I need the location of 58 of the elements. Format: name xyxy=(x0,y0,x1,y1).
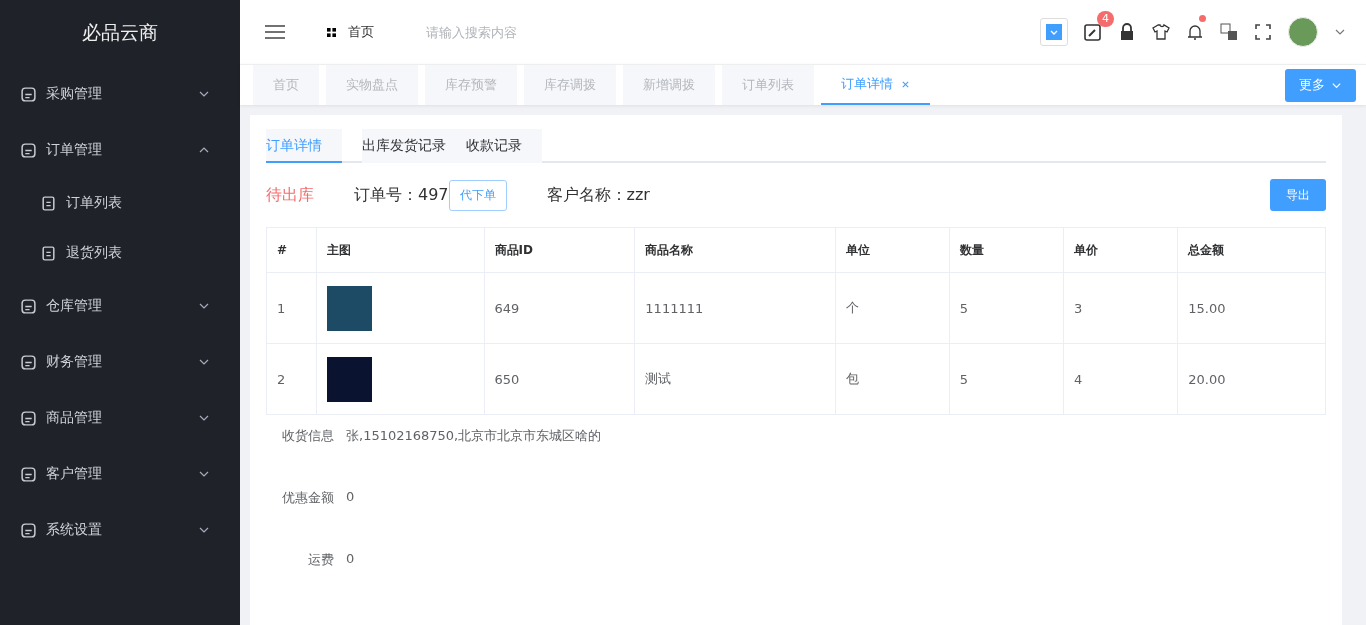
table-cell: 650 xyxy=(484,343,635,415)
bell-icon[interactable] xyxy=(1186,23,1204,41)
chevron-square-icon xyxy=(1046,24,1062,40)
table-cell: 1 xyxy=(266,272,317,344)
table-cell: 包 xyxy=(835,343,950,415)
menu-item[interactable]: 商品管理 xyxy=(0,390,240,446)
menu-item[interactable]: 客户管理 xyxy=(0,446,240,502)
field-label: 收货信息 xyxy=(281,427,334,445)
column-header: 商品名称 xyxy=(634,227,836,273)
table-cell: 5 xyxy=(949,343,1064,415)
table-cell: 1111111 xyxy=(634,272,836,344)
field-label: 优惠金额 xyxy=(281,489,334,507)
order-status: 待出库 xyxy=(266,184,314,206)
menu-item[interactable]: 财务管理 xyxy=(0,334,240,390)
app-logo-text: 必品云商 xyxy=(81,20,159,45)
photo-placeholder xyxy=(327,356,372,402)
column-header: # xyxy=(266,227,317,273)
dropdown-toggle[interactable] xyxy=(1040,18,1068,46)
menu-item[interactable]: 采购管理 xyxy=(0,66,240,122)
avatar[interactable] xyxy=(1288,17,1318,47)
detail-tab[interactable]: 收款记录 xyxy=(466,129,542,163)
table-cell: 测试 xyxy=(634,343,836,415)
order-number: 订单号：497 xyxy=(354,184,449,206)
field-value: 0 xyxy=(346,551,355,566)
menu-item[interactable]: 订单管理 xyxy=(0,122,240,178)
field-label: 运费 xyxy=(307,551,334,569)
document-icon xyxy=(40,194,57,212)
table-cell: 5 xyxy=(949,272,1064,344)
breadcrumb-link[interactable]: 首页 xyxy=(348,23,374,41)
table-cell: 2 xyxy=(266,343,317,415)
menu-item[interactable]: 仓库管理 xyxy=(0,278,240,334)
document-icon xyxy=(40,244,57,262)
table-cell: 649 xyxy=(484,272,635,344)
table-cell: 3 xyxy=(1063,272,1178,344)
detail-tab[interactable]: 出库发货记录 xyxy=(362,129,466,163)
table-cell: 个 xyxy=(835,272,950,344)
customer-name: 客户名称：zzr xyxy=(546,184,650,206)
submenu-item[interactable]: 订单列表 xyxy=(0,178,240,228)
lock-icon[interactable] xyxy=(1118,23,1136,41)
column-header: 数量 xyxy=(949,227,1064,273)
column-header: 单位 xyxy=(835,227,950,273)
shirt-icon[interactable] xyxy=(1152,23,1170,41)
column-header: 商品ID xyxy=(484,227,635,273)
column-header: 单价 xyxy=(1063,227,1178,273)
photo-placeholder xyxy=(327,285,372,331)
table-cell: 20.00 xyxy=(1177,343,1326,415)
field-value: 张,15102168750,北京市北京市东城区啥的 xyxy=(346,427,602,445)
notification-badge: 4 xyxy=(1097,11,1114,27)
field-value: 0 xyxy=(346,489,355,504)
column-header: 主图 xyxy=(316,227,484,273)
table-cell: 4 xyxy=(1063,343,1178,415)
menu-item[interactable]: 系统设置 xyxy=(0,502,240,558)
fullscreen-icon[interactable] xyxy=(1254,23,1272,41)
submenu-item[interactable]: 退货列表 xyxy=(0,228,240,278)
table-cell: 15.00 xyxy=(1177,272,1326,344)
close-icon[interactable] xyxy=(901,79,910,89)
grid-icon xyxy=(327,27,336,37)
column-header: 总金额 xyxy=(1177,227,1326,273)
